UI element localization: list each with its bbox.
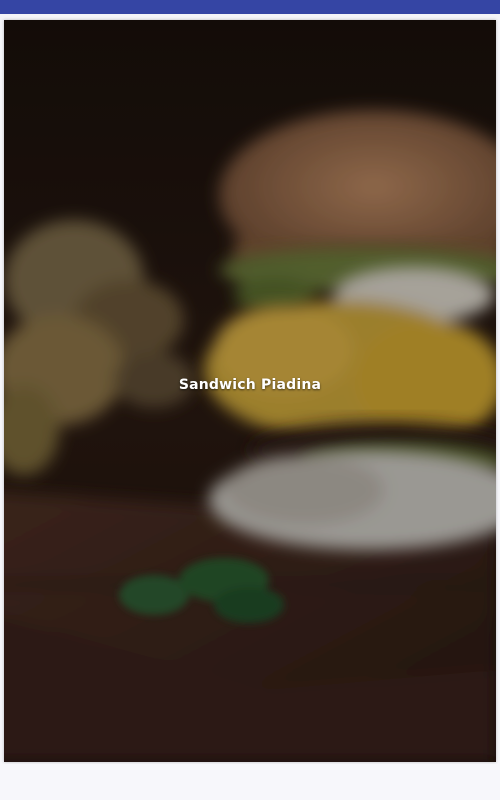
category-card[interactable]: Sandwich Piadina — [4, 20, 496, 762]
status-bar — [0, 0, 500, 14]
bottom-empty-area — [0, 764, 500, 800]
category-title: Sandwich Piadina — [178, 377, 322, 393]
